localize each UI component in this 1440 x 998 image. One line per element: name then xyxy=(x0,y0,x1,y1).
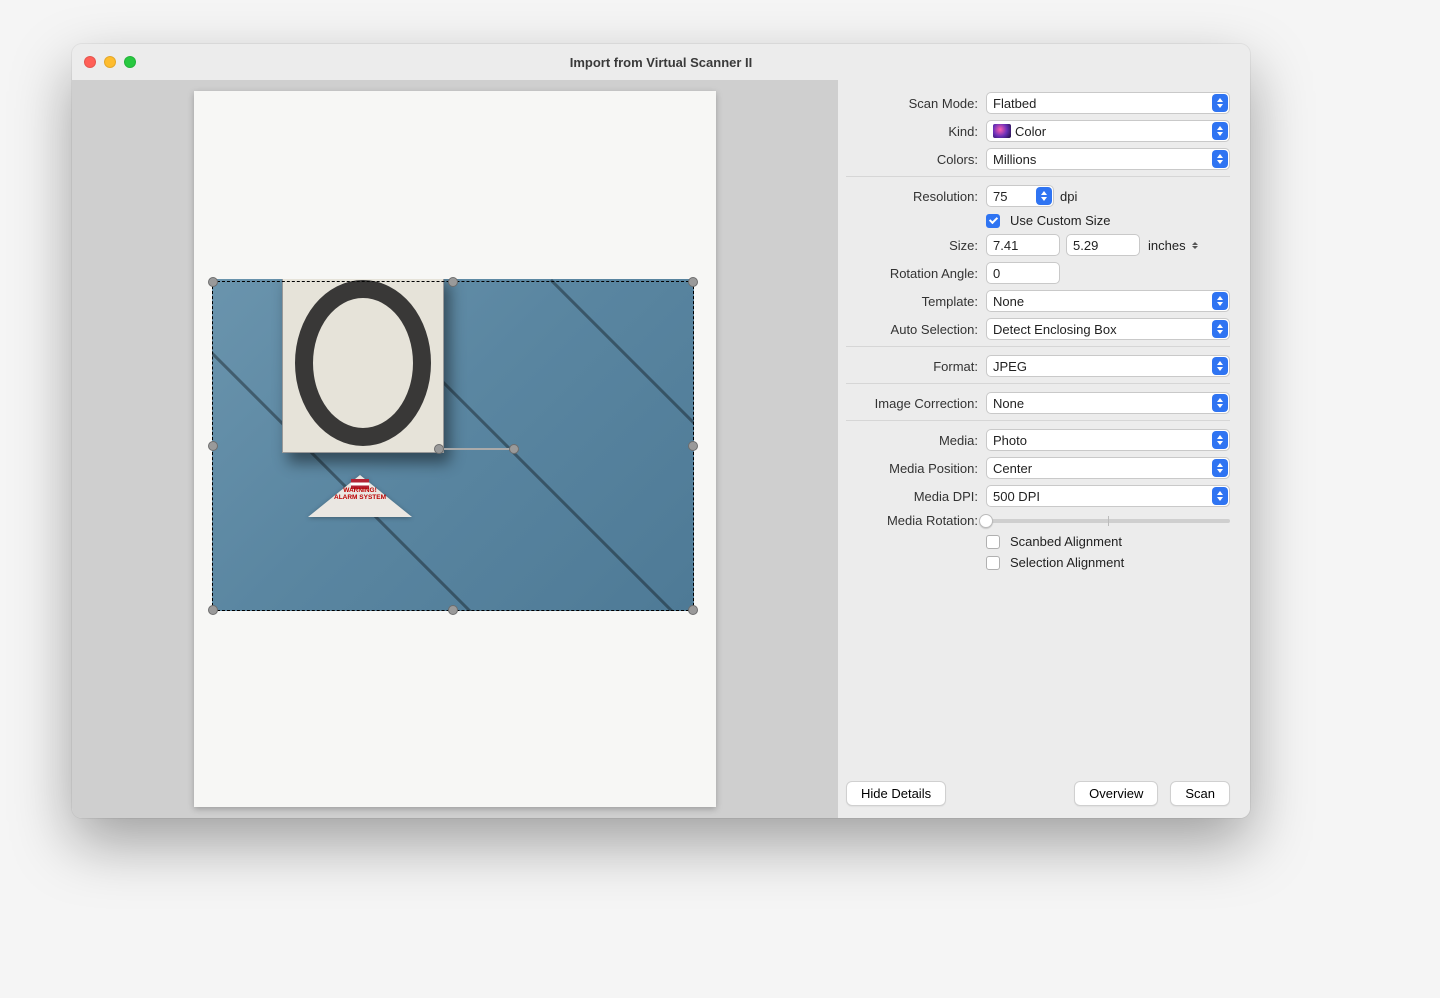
scan-button[interactable]: Scan xyxy=(1170,781,1230,806)
stepper-arrows-icon xyxy=(1036,187,1052,205)
window-controls xyxy=(84,56,136,68)
updown-arrows-icon xyxy=(1212,94,1228,112)
scanbed-alignment-checkbox[interactable] xyxy=(986,535,1000,549)
selection-alignment-checkbox[interactable] xyxy=(986,556,1000,570)
updown-arrows-icon xyxy=(1212,394,1228,412)
colors-popup[interactable]: Millions xyxy=(986,148,1230,170)
minimize-window-button[interactable] xyxy=(104,56,116,68)
titlebar: Import from Virtual Scanner II xyxy=(72,44,1250,80)
image-correction-label: Image Correction: xyxy=(846,396,986,411)
media-label: Media: xyxy=(846,433,986,448)
auto-selection-popup[interactable]: Detect Enclosing Box xyxy=(986,318,1230,340)
color-kind-icon xyxy=(993,124,1011,138)
media-rotation-label: Media Rotation: xyxy=(846,513,986,528)
rotation-handle-line xyxy=(439,448,519,450)
slider-thumb[interactable] xyxy=(979,514,993,528)
rotation-angle-field[interactable]: 0 xyxy=(986,262,1060,284)
content: WARNING! ALARM SYSTEM xyxy=(72,80,1250,818)
scanner-import-window: Import from Virtual Scanner II WARNING! … xyxy=(72,44,1250,818)
resolution-stepper[interactable]: 75 xyxy=(986,185,1054,207)
updown-arrows-icon xyxy=(1190,239,1200,251)
slider-tick xyxy=(1108,516,1109,526)
media-position-popup[interactable]: Center xyxy=(986,457,1230,479)
kind-label: Kind: xyxy=(846,124,986,139)
rotation-handle[interactable] xyxy=(509,444,519,454)
media-rotation-slider[interactable] xyxy=(986,519,1230,523)
format-label: Format: xyxy=(846,359,986,374)
media-dpi-label: Media DPI: xyxy=(846,489,986,504)
separator xyxy=(846,383,1230,384)
rotation-pivot-handle[interactable] xyxy=(434,444,444,454)
zoom-window-button[interactable] xyxy=(124,56,136,68)
media-position-label: Media Position: xyxy=(846,461,986,476)
use-custom-size-checkbox[interactable] xyxy=(986,214,1000,228)
colors-label: Colors: xyxy=(846,152,986,167)
selection-alignment-label: Selection Alignment xyxy=(1010,555,1124,570)
size-height-field[interactable]: 5.29 xyxy=(1066,234,1140,256)
separator xyxy=(846,420,1230,421)
template-label: Template: xyxy=(846,294,986,309)
scan-mode-popup[interactable]: Flatbed xyxy=(986,92,1230,114)
warning-sticker: WARNING! ALARM SYSTEM xyxy=(308,475,412,517)
updown-arrows-icon xyxy=(1212,122,1228,140)
warning-text: WARNING! ALARM SYSTEM xyxy=(320,487,400,501)
image-correction-popup[interactable]: None xyxy=(986,392,1230,414)
size-label: Size: xyxy=(846,238,986,253)
separator xyxy=(846,176,1230,177)
separator xyxy=(846,346,1230,347)
wood-sign-zero xyxy=(282,279,444,453)
overview-button[interactable]: Overview xyxy=(1074,781,1158,806)
format-popup[interactable]: JPEG xyxy=(986,355,1230,377)
updown-arrows-icon xyxy=(1212,357,1228,375)
updown-arrows-icon xyxy=(1212,431,1228,449)
updown-arrows-icon xyxy=(1212,320,1228,338)
template-popup[interactable]: None xyxy=(986,290,1230,312)
scanned-image: WARNING! ALARM SYSTEM xyxy=(212,279,694,611)
resolution-label: Resolution: xyxy=(846,189,986,204)
resolution-unit: dpi xyxy=(1060,189,1077,204)
scanbed-alignment-label: Scanbed Alignment xyxy=(1010,534,1122,549)
kind-popup[interactable]: Color xyxy=(986,120,1230,142)
updown-arrows-icon xyxy=(1212,487,1228,505)
settings-panel: Scan Mode: Flatbed Kind: Color xyxy=(838,80,1250,818)
scanbed[interactable]: WARNING! ALARM SYSTEM xyxy=(194,91,716,807)
scan-mode-label: Scan Mode: xyxy=(846,96,986,111)
media-dpi-popup[interactable]: 500 DPI xyxy=(986,485,1230,507)
updown-arrows-icon xyxy=(1212,292,1228,310)
settings-form: Scan Mode: Flatbed Kind: Color xyxy=(846,92,1230,769)
close-window-button[interactable] xyxy=(84,56,96,68)
preview-pane: WARNING! ALARM SYSTEM xyxy=(72,80,838,818)
window-title: Import from Virtual Scanner II xyxy=(570,55,753,70)
updown-arrows-icon xyxy=(1212,150,1228,168)
use-custom-size-label: Use Custom Size xyxy=(1010,213,1110,228)
size-unit-popup[interactable]: inches xyxy=(1146,234,1200,256)
media-popup[interactable]: Photo xyxy=(986,429,1230,451)
auto-selection-label: Auto Selection: xyxy=(846,322,986,337)
updown-arrows-icon xyxy=(1212,459,1228,477)
hide-details-button[interactable]: Hide Details xyxy=(846,781,946,806)
bottom-bar: Hide Details Overview Scan xyxy=(846,769,1230,806)
rotation-angle-label: Rotation Angle: xyxy=(846,266,986,281)
size-width-field[interactable]: 7.41 xyxy=(986,234,1060,256)
